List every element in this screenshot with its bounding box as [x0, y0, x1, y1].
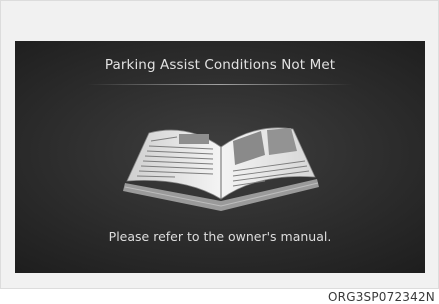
- figure-frame: Parking Assist Conditions Not Met Please…: [0, 0, 439, 289]
- warning-title: Parking Assist Conditions Not Met: [104, 57, 336, 73]
- instruction-text: Please refer to the owner's manual.: [108, 229, 332, 244]
- open-book-icon: [123, 127, 319, 211]
- title-divider: [87, 84, 353, 85]
- figure-code: ORG3SP072342N: [328, 290, 435, 304]
- cluster-display: Parking Assist Conditions Not Met Please…: [15, 41, 425, 273]
